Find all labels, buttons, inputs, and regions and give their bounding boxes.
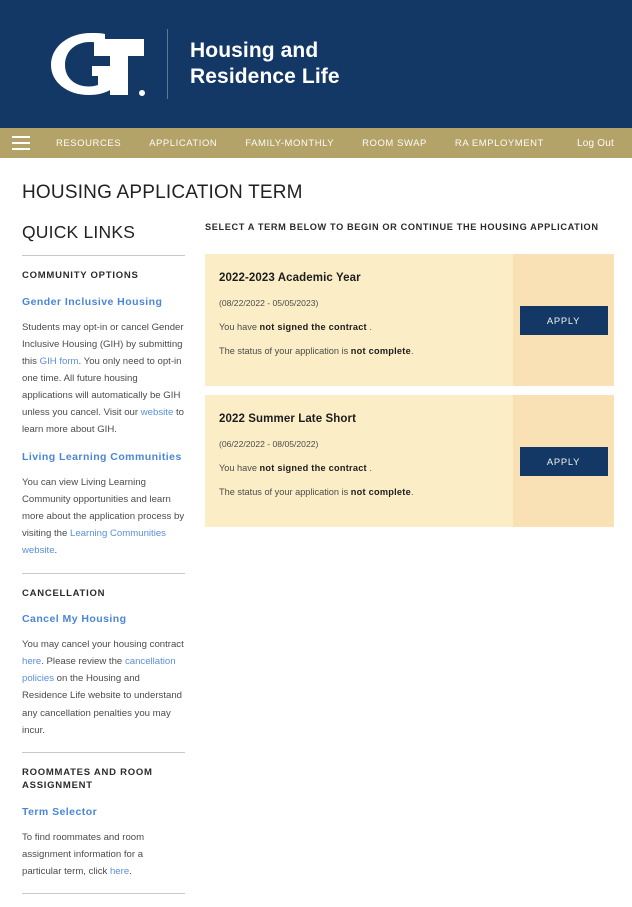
sidebar-divider [22, 893, 185, 895]
inline-link[interactable]: here [110, 866, 129, 877]
term-dates: (08/22/2022 - 05/05/2023) [219, 298, 319, 308]
sidebar-link-term-selector[interactable]: Term Selector [22, 806, 185, 818]
application-status-value: not complete [350, 487, 411, 497]
sidebar-link-gender-inclusive-housing[interactable]: Gender Inclusive Housing [22, 296, 185, 308]
sidebar-paragraph: You may cancel your housing contract her… [22, 639, 184, 736]
inline-link[interactable]: here [22, 656, 41, 667]
term-card-list: 2022-2023 Academic Year (08/22/2022 - 05/… [205, 254, 614, 527]
term-name: 2022 Summer Late Short [219, 413, 357, 425]
term-card-body: 2022 Summer Late Short (06/22/2022 - 08/0… [205, 395, 513, 527]
log-out-link[interactable]: Log Out [577, 138, 618, 149]
nav-item-resources[interactable]: RESOURCES [42, 138, 135, 149]
apply-button[interactable]: APPLY [519, 305, 608, 335]
term-card-body: 2022-2023 Academic Year (08/22/2022 - 05/… [205, 254, 513, 386]
term-dates: (06/22/2022 - 08/05/2022) [219, 439, 319, 449]
nav-items: RESOURCES APPLICATION FAMILY-MONTHLY ROO… [42, 138, 558, 149]
application-status-line: The status of your application is not co… [219, 346, 414, 356]
georgia-tech-gt-logo [42, 30, 147, 98]
term-card-action-area: APPLY [513, 395, 614, 527]
sidebar-section-heading: COMMUNITY OPTIONS [22, 270, 139, 281]
brand: Housing and Residence Life [0, 29, 340, 99]
nav-item-ra-employment[interactable]: RA EMPLOYMENT [441, 138, 558, 149]
main-panel: SELECT A TERM BELOW TO BEGIN OR CONTINUE… [197, 222, 614, 907]
term-card: 2022-2023 Academic Year (08/22/2022 - 05/… [205, 254, 614, 386]
quick-links-title: QUICK LINKS [22, 222, 136, 242]
sidebar-section-heading: ROOMMATES AND ROOM ASSIGNMENT [22, 766, 153, 792]
contract-status-value: not signed the contract [259, 463, 367, 473]
sidebar-divider [22, 572, 185, 574]
nav-item-application[interactable]: APPLICATION [135, 138, 231, 149]
term-name: 2022-2023 Academic Year [219, 272, 361, 284]
application-status-value: not complete [350, 346, 411, 356]
sidebar-paragraph: Students may opt-in or cancel Gender Inc… [22, 321, 184, 436]
inline-link[interactable]: cancellation policies [22, 656, 176, 684]
contract-status-line: You have not signed the contract . [219, 322, 372, 332]
brand-divider [167, 29, 168, 99]
page-title: HOUSING APPLICATION TERM [22, 182, 303, 203]
inline-link[interactable]: website [141, 407, 174, 418]
apply-button[interactable]: APPLY [519, 446, 608, 476]
sidebar-divider [22, 255, 185, 256]
site-header: Housing and Residence Life [0, 0, 632, 128]
main-navigation-bar: RESOURCES APPLICATION FAMILY-MONTHLY ROO… [0, 128, 632, 158]
brand-title: Housing and Residence Life [190, 39, 340, 88]
sidebar-paragraph: You can view Living Learning Community o… [22, 477, 185, 557]
application-status-line: The status of your application is not co… [219, 487, 414, 497]
sidebar-divider [22, 751, 185, 753]
inline-link[interactable]: Learning Communities website [22, 528, 166, 556]
hamburger-menu-icon[interactable] [12, 136, 30, 150]
sidebar-section-heading: CANCELLATION [22, 587, 106, 599]
page-content: QUICK LINKS COMMUNITY OPTIONS Gender Incl… [0, 204, 632, 907]
term-selection-instruction: SELECT A TERM BELOW TO BEGIN OR CONTINUE… [205, 222, 599, 232]
sidebar-link-living-learning-communities[interactable]: Living Learning Communities [22, 451, 185, 463]
sidebar-link-cancel-my-housing[interactable]: Cancel My Housing [22, 613, 185, 625]
contract-status-value: not signed the contract [259, 322, 367, 332]
quick-links-sidebar: QUICK LINKS COMMUNITY OPTIONS Gender Incl… [22, 222, 197, 907]
term-card-action-area: APPLY [513, 254, 614, 386]
contract-status-line: You have not signed the contract . [219, 463, 372, 473]
inline-link[interactable]: GIH form [40, 356, 79, 367]
sidebar-paragraph: To find roommates and room assignment in… [22, 832, 145, 878]
nav-item-room-swap[interactable]: ROOM SWAP [348, 138, 441, 149]
nav-item-family-monthly[interactable]: FAMILY-MONTHLY [231, 138, 348, 149]
sidebar-sections: COMMUNITY OPTIONS Gender Inclusive Housin… [22, 255, 185, 895]
term-card: 2022 Summer Late Short (06/22/2022 - 08/0… [205, 395, 614, 527]
